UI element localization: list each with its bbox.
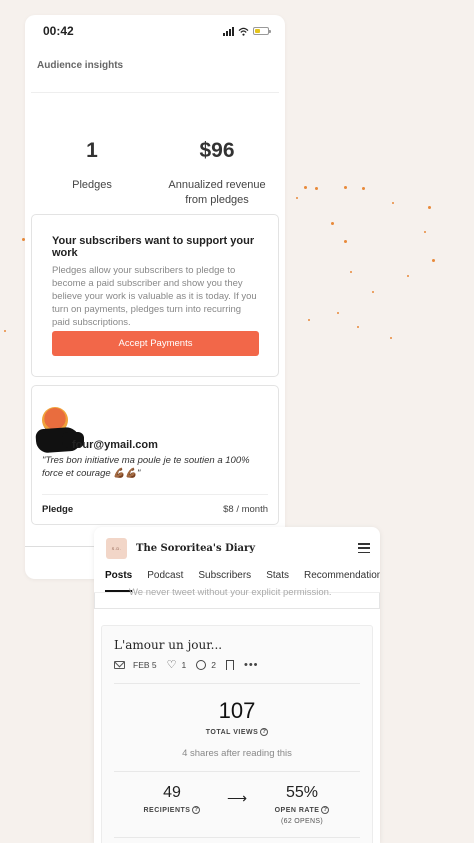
revenue-label: Annualized revenue from pledges (168, 179, 266, 206)
support-card: Your subscribers want to support your wo… (31, 214, 279, 377)
wifi-icon (238, 27, 249, 36)
hamburger-menu-icon[interactable] (358, 543, 370, 553)
open-rate-label: OPEN RATE? (257, 806, 347, 814)
pledges-stat: 1 Pledges (25, 139, 159, 208)
recipients-label-text: RECIPIENTS (143, 806, 191, 814)
open-rate-value: 55% (285, 784, 319, 801)
pledge-row: Pledge $8 / month (42, 504, 268, 515)
post-meta: FEB 5 ♡ 1 2 ••• (102, 652, 372, 671)
open-rate-stat: 55% OPEN RATE? (62 OPENS) (257, 784, 347, 825)
support-title: Your subscribers want to support your wo… (52, 235, 255, 259)
revenue-value: $96 (199, 139, 235, 162)
pledger-email-text: four@ymail.com (72, 439, 158, 451)
pledges-value: 1 (86, 139, 98, 162)
arrow-right-icon: ⟶ (226, 790, 248, 806)
divider (42, 494, 268, 495)
audience-insights-screen: 00:42 Audience insights 1 Pledges $96 An… (25, 15, 285, 579)
publication-screen: S.D. The Sororitea's Diary Posts Podcast… (94, 527, 380, 843)
recipients-row: 49 RECIPIENTS? ⟶ 55% OPEN RATE? (62 OPEN… (102, 784, 372, 825)
status-bar: 00:42 (25, 15, 285, 47)
app-header: S.D. The Sororitea's Diary (94, 532, 380, 564)
recipients-label: RECIPIENTS? (127, 806, 217, 814)
heart-icon[interactable]: ♡ (167, 658, 177, 671)
like-count: 1 (181, 659, 187, 670)
open-rate-label-text: OPEN RATE (274, 806, 320, 814)
post-date: FEB 5 (133, 659, 157, 670)
insight-stats: 1 Pledges $96 Annualized revenue from pl… (25, 139, 285, 208)
pledge-card: four@ymail.com "Tres bon initiative ma p… (31, 385, 279, 525)
revenue-stat: $96 Annualized revenue from pledges (159, 139, 275, 208)
opens-count: (62 OPENS) (281, 818, 323, 825)
post-stats-card[interactable]: L'amour un jour... FEB 5 ♡ 1 2 ••• 107 T… (101, 625, 373, 843)
previous-card-text: We never tweet without your explicit per… (129, 587, 332, 598)
info-icon[interactable]: ? (321, 806, 330, 814)
divider (114, 837, 360, 838)
post-title[interactable]: L'amour un jour... (102, 626, 372, 652)
support-text: Pledges allow your subscribers to pledge… (52, 265, 257, 328)
pledges-label: Pledges (72, 179, 112, 191)
publication-logo[interactable]: S.D. (106, 537, 127, 559)
publication-name[interactable]: The Sororitea's Diary (136, 543, 358, 554)
battery-icon (253, 27, 271, 35)
accept-payments-button[interactable]: Accept Payments (52, 331, 259, 356)
status-icons (223, 26, 271, 36)
shares-text: 4 shares after reading this (182, 748, 292, 759)
pledge-quote: "Tres bon initiative ma poule je te sout… (42, 455, 250, 479)
signal-icon (223, 26, 234, 36)
previous-card-edge: We never tweet without your explicit per… (94, 587, 380, 609)
email-icon (114, 660, 125, 669)
pledge-amount: $8 / month (223, 504, 268, 515)
total-views-label: TOTAL VIEWS? (102, 728, 372, 736)
more-options-icon[interactable]: ••• (244, 659, 259, 671)
info-icon[interactable]: ? (192, 806, 201, 814)
section-title: Audience insights (31, 47, 279, 93)
comment-icon[interactable] (196, 659, 207, 670)
total-views-value: 107 (218, 698, 256, 723)
comment-count: 2 (211, 659, 216, 670)
recipients-value: 49 (163, 784, 181, 801)
bookmark-icon[interactable] (225, 659, 234, 670)
pledger-email: four@ymail.com (42, 439, 158, 451)
info-icon[interactable]: ? (260, 728, 269, 736)
divider (114, 771, 360, 772)
divider (114, 683, 360, 684)
status-time: 00:42 (43, 24, 74, 38)
total-views-label-text: TOTAL VIEWS (205, 728, 259, 736)
recipients-stat: 49 RECIPIENTS? (127, 784, 217, 814)
pledge-label: Pledge (42, 504, 74, 515)
